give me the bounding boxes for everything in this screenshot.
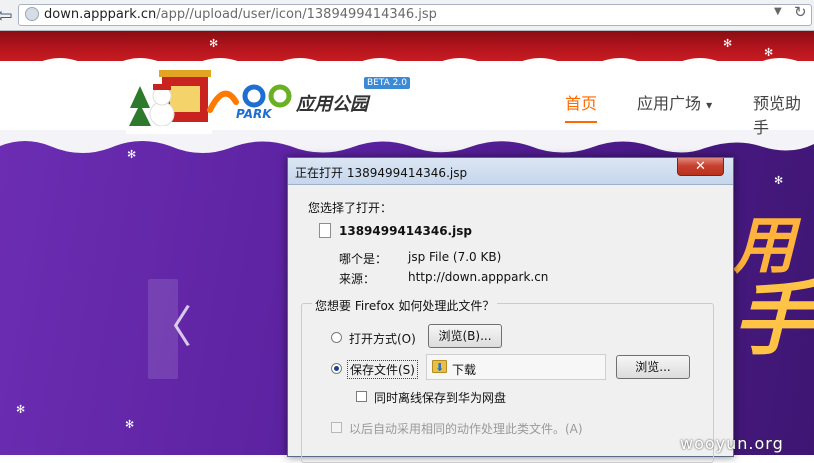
svg-text:PARK: PARK <box>236 107 273 120</box>
chevron-down-icon: ▾ <box>706 98 713 112</box>
action-group <box>301 303 714 463</box>
file-icon <box>319 223 331 238</box>
file-type-label: 哪个是： <box>339 252 388 266</box>
christmas-logo-icon <box>126 70 212 134</box>
file-name: 1389499414346.jsp <box>339 224 472 238</box>
nav-app-plaza-label: 应用广场 <box>637 94 702 113</box>
url-path: /app//upload/user/icon/1389499414346.jsp <box>156 7 437 22</box>
nav-preview-helper[interactable]: 预览助手 <box>753 90 814 138</box>
carousel-prev-button[interactable]: 〈 <box>148 279 192 379</box>
offline-save-label[interactable]: 同时离线保存到华为网盘 <box>374 389 506 406</box>
brand-name: 应用公园 <box>296 94 368 115</box>
chosen-label: 您选择了打开： <box>308 201 393 215</box>
dialog-titlebar[interactable]: 正在打开 1389499414346.jsp ✕ <box>288 158 733 185</box>
beta-badge: BETA 2.0 <box>364 77 410 89</box>
file-source-label: 来源： <box>339 272 376 286</box>
globe-icon <box>25 7 39 21</box>
nav-active-underline <box>565 121 597 123</box>
snowflake-icon: ✻ <box>125 418 135 431</box>
snowflake-icon: ✻ <box>209 37 219 50</box>
back-arrow-icon[interactable]: ⇦ <box>0 3 18 27</box>
reload-icon[interactable]: ↻ <box>794 3 807 21</box>
browse-folder-button[interactable]: 浏览... <box>616 355 690 379</box>
snowflake-icon: ✻ <box>774 174 784 187</box>
action-question: 您想要 Firefox 如何处理此文件？ <box>312 297 498 314</box>
open-with-radio[interactable] <box>331 332 342 343</box>
download-dialog: 正在打开 1389499414346.jsp ✕ 您选择了打开： 1389499… <box>287 157 734 463</box>
apppark-logo-icon: PARK <box>207 84 292 120</box>
open-with-label[interactable]: 打开方式(O) <box>349 330 416 347</box>
auto-action-label: 以后自动采用相同的动作处理此类文件。(A) <box>349 422 583 436</box>
save-file-label[interactable]: 保存文件(S) <box>347 360 418 379</box>
nav-app-plaza[interactable]: 应用广场 ▾ <box>637 90 712 114</box>
browse-app-button[interactable]: 浏览(B)... <box>428 324 502 348</box>
dialog-title: 正在打开 1389499414346.jsp <box>295 166 468 180</box>
nav-home[interactable]: 首页 <box>565 90 597 114</box>
snowflake-icon: ✻ <box>723 37 733 50</box>
file-type-value: jsp File (7.0 KB) <box>408 250 502 264</box>
file-source-value: http://down.apppark.cn <box>408 270 549 284</box>
offline-save-checkbox[interactable] <box>356 391 367 402</box>
snowflake-icon: ✻ <box>16 403 26 416</box>
close-button[interactable]: ✕ <box>677 158 724 176</box>
watermark: wooyun.org <box>680 434 784 453</box>
browser-toolbar: ⇦ down.apppark.cn/app//upload/user/icon/… <box>0 0 814 31</box>
url-history-dropdown-icon[interactable]: ▼ <box>774 6 782 17</box>
save-location-field[interactable]: ⬇ 下载 <box>426 354 606 380</box>
snowflake-icon: ✻ <box>764 46 774 59</box>
save-file-radio[interactable] <box>331 363 342 374</box>
save-location-text: 下载 <box>452 363 477 377</box>
snowflake-icon: ✻ <box>127 148 137 161</box>
download-arrow-icon: ⬇ <box>435 361 445 374</box>
banner-text: 手 <box>733 273 813 366</box>
url-text[interactable]: down.apppark.cn/app//upload/user/icon/13… <box>44 7 437 22</box>
auto-action-checkbox[interactable] <box>331 422 342 433</box>
snow-drift-decoration <box>0 130 814 154</box>
url-host: down.apppark.cn <box>44 7 157 22</box>
